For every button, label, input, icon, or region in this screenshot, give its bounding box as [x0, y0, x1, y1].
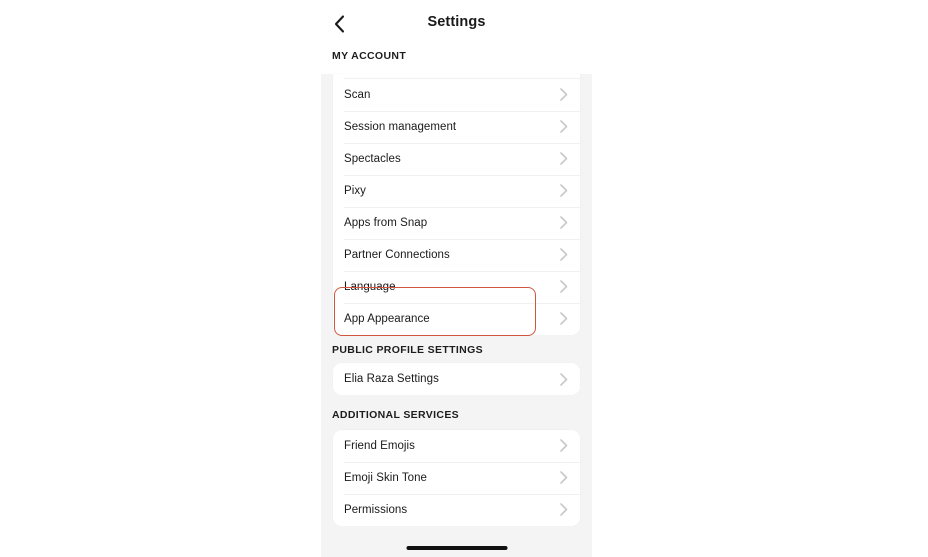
row-session-management[interactable]: Session management: [333, 110, 580, 143]
row-elia-raza-settings[interactable]: Elia Raza Settings: [333, 363, 580, 395]
section-header-additional-services: ADDITIONAL SERVICES: [332, 409, 460, 421]
row-spectacles[interactable]: Spectacles: [333, 142, 580, 175]
section-band-public-profile: PUBLIC PROFILE SETTINGS: [321, 334, 592, 363]
row-app-appearance[interactable]: App Appearance: [333, 302, 580, 335]
chevron-right-icon: [554, 216, 568, 230]
page-title: Settings: [427, 14, 486, 30]
section-header-my-account: MY ACCOUNT: [321, 46, 592, 74]
row-label: Session management: [344, 120, 457, 133]
row-permissions[interactable]: Permissions: [333, 493, 580, 526]
card-public-profile-settings: Elia Raza Settings: [333, 363, 580, 395]
row-label: App Appearance: [344, 312, 430, 325]
row-pixy[interactable]: Pixy: [333, 174, 580, 207]
chevron-right-icon: [554, 248, 568, 262]
row-label: Apps from Snap: [344, 216, 428, 229]
chevron-right-icon: [554, 152, 568, 166]
section-band-additional-services: ADDITIONAL SERVICES: [321, 395, 592, 430]
phone-viewport: Settings MY ACCOUNT Scan Session managem…: [321, 0, 592, 557]
screen-header: Settings: [321, 0, 592, 46]
chevron-right-icon: [554, 88, 568, 102]
section-header-public-profile-settings: PUBLIC PROFILE SETTINGS: [332, 343, 483, 356]
home-indicator: [406, 546, 507, 550]
settings-scroll-area[interactable]: MY ACCOUNT Scan Session management Spect…: [321, 46, 592, 557]
row-language[interactable]: Language: [333, 270, 580, 303]
row-label: Permissions: [344, 503, 408, 516]
row-label: Partner Connections: [344, 248, 450, 261]
row-scan[interactable]: Scan: [333, 78, 580, 111]
row-label: Friend Emojis: [344, 439, 415, 452]
card-my-account: Scan Session management Spectacles Pixy …: [333, 73, 580, 335]
row-label: Emoji Skin Tone: [344, 471, 427, 484]
chevron-right-icon: [554, 471, 568, 485]
row-label: Scan: [344, 88, 371, 101]
chevron-right-icon: [554, 439, 568, 453]
card-additional-services: Friend Emojis Emoji Skin Tone Permission…: [333, 429, 580, 526]
chevron-right-icon: [554, 280, 568, 294]
row-partner-connections[interactable]: Partner Connections: [333, 238, 580, 271]
chevron-right-icon: [554, 372, 568, 386]
chevron-right-icon: [554, 503, 568, 517]
row-label: Elia Raza Settings: [344, 373, 439, 385]
chevron-right-icon: [554, 184, 568, 198]
row-emoji-skin-tone[interactable]: Emoji Skin Tone: [333, 461, 580, 494]
row-label: Language: [344, 280, 396, 293]
chevron-right-icon: [554, 120, 568, 134]
scroll-bottom-spacer: [321, 525, 592, 539]
row-label: Pixy: [344, 184, 366, 197]
row-label: Spectacles: [344, 152, 401, 165]
row-friend-emojis[interactable]: Friend Emojis: [333, 429, 580, 462]
row-apps-from-snap[interactable]: Apps from Snap: [333, 206, 580, 239]
chevron-right-icon: [554, 312, 568, 326]
